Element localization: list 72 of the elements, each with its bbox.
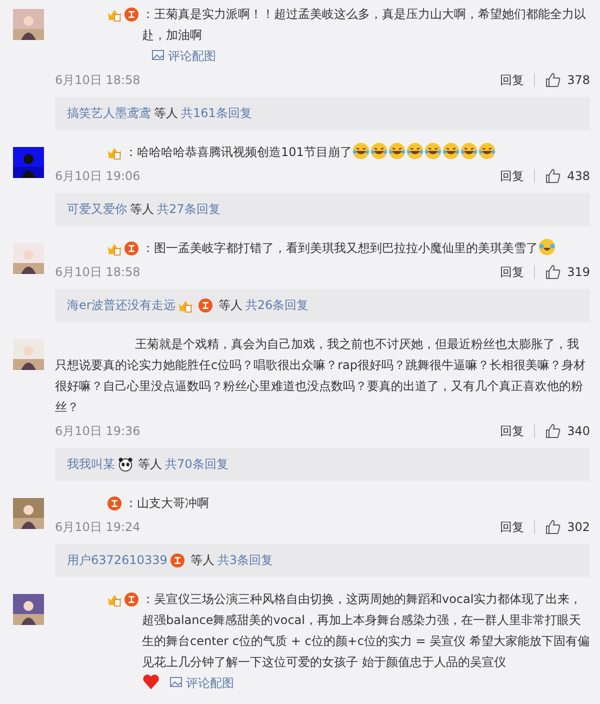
comment-text: ：王菊真是实力派啊！！超过孟美岐这么多，真是压力山大啊，希望她们都能全力以赴，加油啊 — [142, 6, 587, 44]
comment-date: 6月10日 19:06 — [55, 168, 142, 184]
crown-badge-icon — [107, 145, 122, 160]
reply-user[interactable]: 可爱又爱你 — [67, 201, 127, 218]
reply-others: 等人 — [190, 552, 214, 569]
crown-badge-icon — [107, 7, 122, 22]
reply-others: 等人 — [138, 456, 162, 473]
panda-icon — [118, 457, 133, 472]
laughing-emoji-icon — [442, 142, 460, 160]
laughing-emoji-icon — [424, 142, 442, 160]
like-count: 302 — [567, 520, 590, 534]
laughing-emoji-icon — [370, 142, 388, 160]
badge-icon — [124, 7, 139, 22]
reply-user[interactable]: 我我叫某 — [67, 456, 115, 473]
laughing-emoji-icon — [388, 142, 406, 160]
thumbs-up-icon[interactable] — [545, 168, 562, 184]
thumbs-up-icon[interactable] — [545, 264, 562, 280]
image-icon — [152, 50, 164, 60]
comment-image-link[interactable]: 评论配图 — [152, 49, 216, 63]
heart-icon — [142, 673, 160, 691]
laughing-emoji-icon — [406, 142, 424, 160]
comment-date: 6月10日 18:58 — [55, 72, 142, 88]
badge-icon — [124, 241, 139, 256]
thumbs-up-icon[interactable] — [545, 72, 562, 88]
badge-icon — [170, 553, 186, 568]
comment-text: ：图一孟美岐字都打错了，看到美琪我又想到巴拉拉小魔仙里的美琪美雪了 — [142, 240, 538, 257]
comment-date: 6月10日 18:58 — [55, 264, 142, 280]
reply-count[interactable]: 共70条回复 — [165, 456, 228, 473]
reply-link[interactable]: 回复 — [500, 422, 524, 440]
replies-bar[interactable]: 海er波普还没有走远 等人 共26条回复 — [55, 289, 590, 322]
crown-badge-icon — [107, 241, 122, 256]
badge-icon — [198, 298, 214, 313]
laughing-emoji-icon — [538, 238, 556, 256]
reply-user[interactable]: 海er波普还没有走远 — [67, 297, 176, 314]
laughing-emoji-icon — [352, 142, 370, 160]
like-count: 378 — [567, 73, 590, 87]
image-icon — [170, 677, 182, 687]
reply-count[interactable]: 共161条回复 — [181, 105, 252, 122]
reply-others: 等人 — [218, 297, 242, 314]
replies-bar[interactable]: 我我叫某 等人 共70条回复 — [55, 448, 590, 481]
reply-link[interactable]: 回复 — [500, 168, 524, 184]
laughing-emoji-icon — [460, 142, 478, 160]
laughing-emoji-icon — [478, 142, 496, 160]
reply-user[interactable]: 搞笑艺人墨鸢鸢 — [67, 105, 151, 122]
badge-icon — [124, 592, 139, 607]
reply-link[interactable]: 回复 — [500, 72, 524, 88]
comment-text: 王菊就是个戏精，真会为自己加戏，我之前也不讨厌她，但最近粉丝也太膨胀了，我只想说要真的论实力她能胜任c位吗？唱歌很出众嘛？rap很好吗？跳舞很牛逼嘛？长相很美嘛？身材很好嘛？自己心里没点逼数吗？粉丝心里难道也没点数吗？要真的出道了，又有几个真正喜欢他的粉丝？ — [55, 336, 587, 416]
badge-icon — [107, 496, 122, 511]
comment-text: ：吴宣仪三场公演三种风格自由切换，这两周她的舞蹈和vocal实力都体现了出来，超强balance舞感甜美的vocal，再加上本身舞台感染力强，在一群人里非常打眼天生的舞台center c位的气质 + c位的颜+c位的实力 = 吴宣仪 希望大家能放下固有偏见花上几分钟了解一下这位可爱的女孩子 始于颜值忠于人品的吴宣仪 — [142, 591, 590, 671]
thumbs-up-icon[interactable] — [545, 519, 562, 535]
like-count: 438 — [567, 169, 590, 183]
reply-others: 等人 — [130, 201, 154, 218]
crown-badge-icon — [107, 592, 122, 607]
reply-count[interactable]: 共3条回复 — [217, 552, 273, 569]
reply-link[interactable]: 回复 — [500, 264, 524, 280]
reply-others: 等人 — [154, 105, 178, 122]
comment-text: ：哈哈哈哈恭喜腾讯视频创造101节目崩了 — [125, 144, 352, 161]
like-count: 340 — [567, 424, 590, 438]
reply-count[interactable]: 共26条回复 — [245, 297, 309, 314]
thumbs-up-icon[interactable] — [545, 423, 562, 439]
replies-bar[interactable]: 用户6372610339 等人 共3条回复 — [55, 544, 590, 577]
reply-user[interactable]: 用户6372610339 — [67, 552, 168, 569]
comment-date: 6月10日 19:24 — [55, 518, 142, 536]
crown-badge-icon — [178, 298, 194, 313]
replies-bar[interactable]: 可爱又爱你 等人 共27条回复 — [55, 193, 590, 226]
comment-image-link[interactable]: 评论配图 — [170, 676, 234, 690]
reply-link[interactable]: 回复 — [500, 518, 524, 536]
comment-date: 6月10日 19:36 — [55, 422, 142, 440]
like-count: 319 — [567, 265, 590, 279]
reply-count[interactable]: 共27条回复 — [157, 201, 220, 218]
comment-text: ：山支大哥冲啊 — [125, 495, 209, 512]
replies-bar[interactable]: 搞笑艺人墨鸢鸢 等人 共161条回复 — [55, 97, 590, 130]
